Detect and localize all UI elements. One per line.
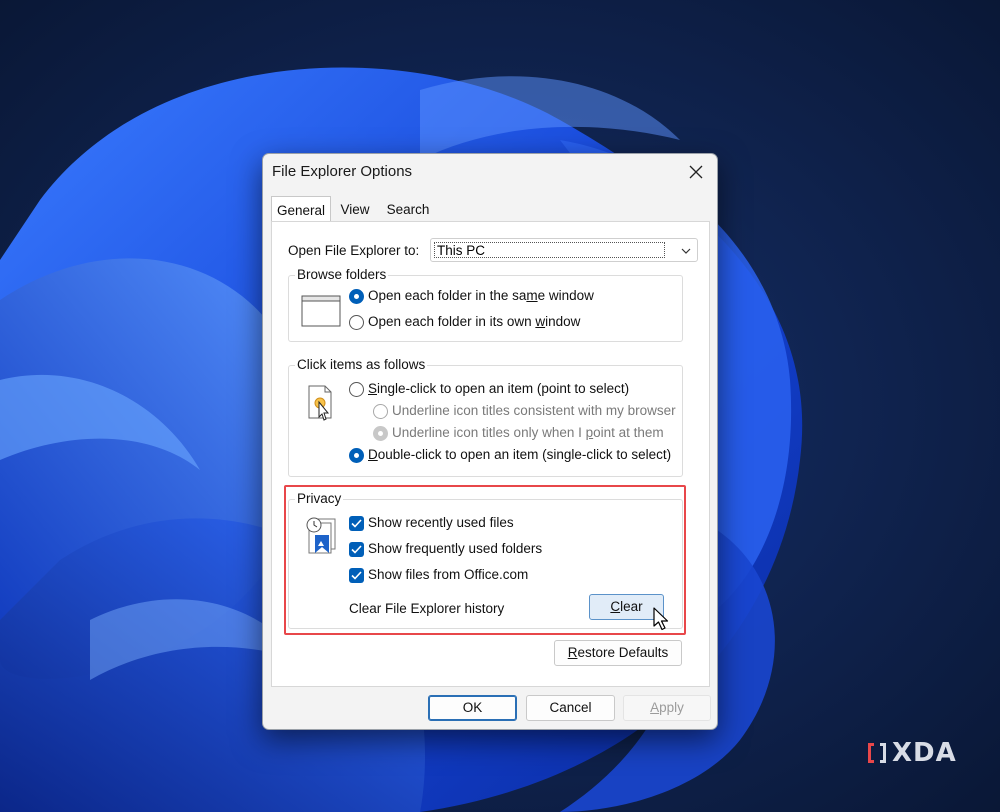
office-files-label[interactable]: Show files from Office.com <box>368 567 528 582</box>
same-window-label[interactable]: Open each folder in the same window <box>368 288 594 303</box>
cancel-button[interactable]: Cancel <box>526 695 615 721</box>
tab-general[interactable]: General <box>271 196 331 223</box>
xda-watermark-text: XDA <box>892 738 957 768</box>
xda-watermark: XDA <box>866 738 957 768</box>
checkbox-recent-files[interactable] <box>349 516 364 531</box>
file-explorer-options-dialog: File Explorer Options General View Searc… <box>262 153 718 730</box>
checkmark-icon <box>351 571 362 580</box>
close-button[interactable] <box>675 154 717 190</box>
open-to-dropdown[interactable]: This PC <box>430 238 698 262</box>
checkmark-icon <box>351 545 362 554</box>
privacy-title: Privacy <box>295 491 344 506</box>
radio-own-window[interactable] <box>349 315 364 330</box>
apply-button[interactable]: Apply <box>623 695 711 721</box>
checkmark-icon <box>351 519 362 528</box>
tab-search[interactable]: Search <box>384 196 432 217</box>
checkbox-office-files[interactable] <box>349 568 364 583</box>
radio-underline-browser[interactable] <box>373 404 388 419</box>
underline-browser-label: Underline icon titles consistent with my… <box>392 403 676 418</box>
open-to-label: Open File Explorer to: <box>288 243 420 258</box>
ok-button[interactable]: OK <box>428 695 517 721</box>
open-to-selected-value: This PC <box>434 242 665 258</box>
radio-underline-point[interactable] <box>373 426 388 441</box>
xda-logo-icon <box>866 740 888 766</box>
folder-window-icon <box>301 295 341 327</box>
general-tab-panel: Open File Explorer to: This PC Browse fo… <box>271 221 710 687</box>
radio-same-window[interactable] <box>349 289 364 304</box>
frequent-folders-label[interactable]: Show frequently used folders <box>368 541 542 556</box>
click-document-icon <box>308 385 332 421</box>
clear-history-label: Clear File Explorer history <box>349 601 505 616</box>
single-click-label[interactable]: Single-click to open an item (point to s… <box>368 381 629 396</box>
underline-point-label: Underline icon titles only when I point … <box>392 425 664 440</box>
checkbox-frequent-folders[interactable] <box>349 542 364 557</box>
click-items-title: Click items as follows <box>295 357 428 372</box>
double-click-label[interactable]: Double-click to open an item (single-cli… <box>368 447 671 462</box>
mouse-cursor-icon <box>653 607 669 631</box>
title-bar[interactable]: File Explorer Options <box>263 154 717 190</box>
close-icon <box>689 165 703 179</box>
radio-single-click[interactable] <box>349 382 364 397</box>
radio-double-click[interactable] <box>349 448 364 463</box>
restore-defaults-button[interactable]: Restore Defaults <box>554 640 682 666</box>
browse-folders-group: Browse folders Open each folder in the s… <box>288 267 683 342</box>
browse-folders-title: Browse folders <box>295 267 389 282</box>
dialog-title: File Explorer Options <box>272 163 413 180</box>
privacy-group: Privacy Show recently used files Show fr… <box>288 491 683 629</box>
click-items-group: Click items as follows Single-click to o… <box>288 357 683 477</box>
chevron-down-icon <box>681 248 691 254</box>
privacy-files-icon <box>306 517 336 554</box>
own-window-label[interactable]: Open each folder in its own window <box>368 314 580 329</box>
tab-view[interactable]: View <box>335 196 375 217</box>
recent-files-label[interactable]: Show recently used files <box>368 515 514 530</box>
